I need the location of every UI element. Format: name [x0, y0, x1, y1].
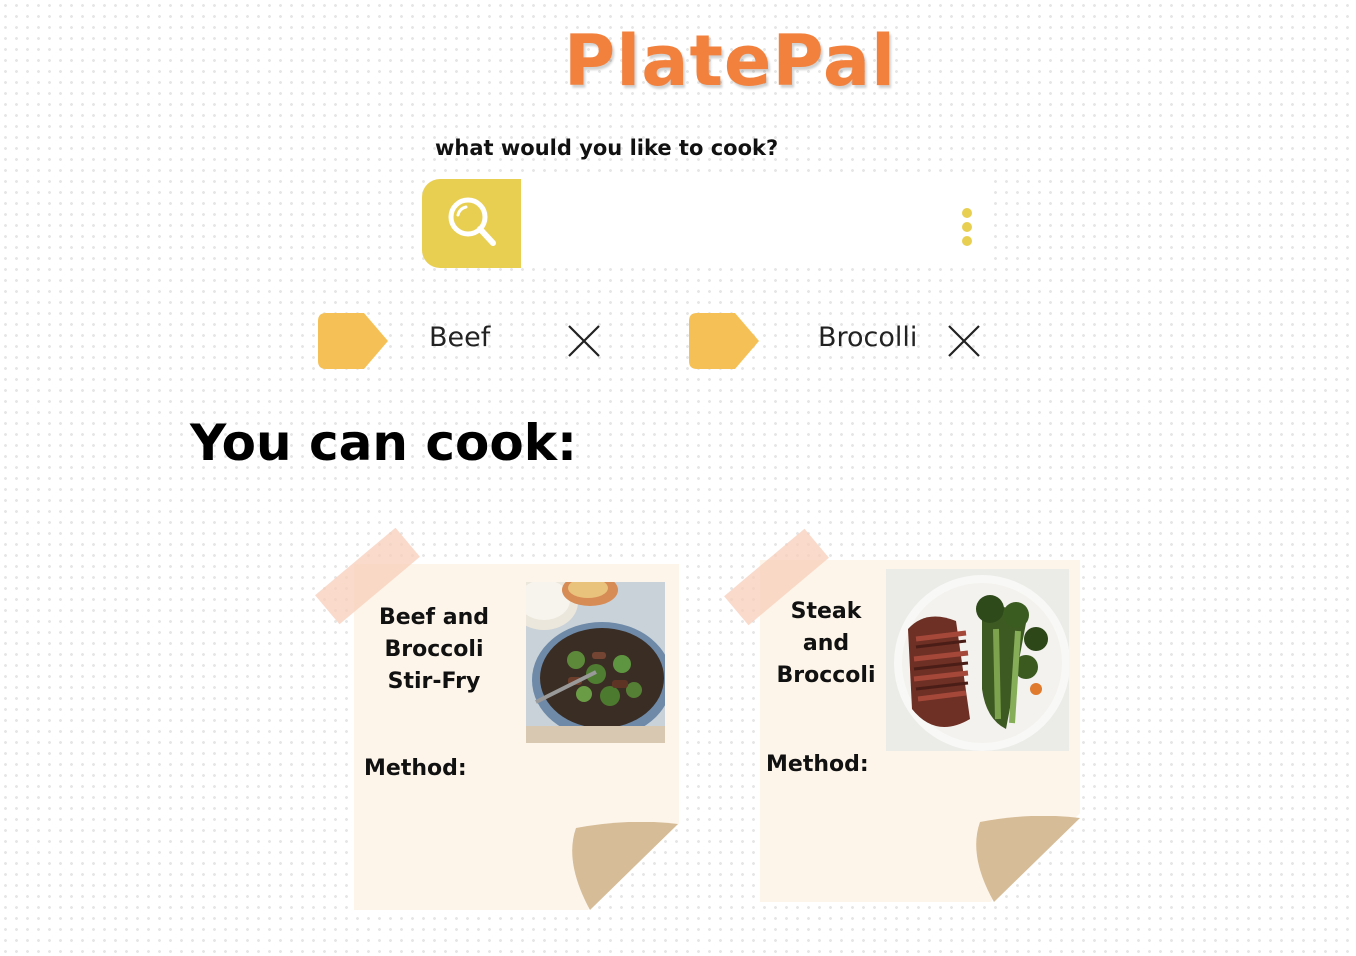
tag-icon — [318, 313, 388, 369]
beef-broccoli-stir-fry-photo — [526, 582, 665, 743]
search-icon — [448, 197, 496, 246]
steak-broccoli-photo — [886, 569, 1069, 751]
close-icon[interactable] — [947, 324, 981, 358]
search-button[interactable] — [422, 179, 521, 268]
search-prompt: what would you like to cook? — [435, 136, 779, 160]
more-vertical-icon — [962, 208, 972, 218]
ingredient-label: Beef — [429, 322, 491, 353]
close-icon[interactable] — [567, 324, 601, 358]
page-curl-icon — [572, 822, 678, 910]
results-heading: You can cook: — [190, 414, 577, 472]
more-options-button[interactable] — [957, 206, 977, 246]
recipe-title: Beef and Broccoli Stir-Fry — [378, 605, 490, 694]
method-label: Method: — [364, 756, 467, 781]
ingredient-label: Brocolli — [818, 322, 918, 353]
search-bar — [422, 179, 987, 268]
ingredient-chip-brocolli: Brocolli — [689, 312, 989, 370]
more-vertical-icon-dot — [962, 236, 972, 246]
recipe-card[interactable]: Steak and Broccoli Method: — [724, 526, 1096, 916]
tag-icon — [689, 313, 759, 369]
search-input[interactable] — [534, 199, 938, 249]
recipe-card[interactable]: Beef and Broccoli Stir-Fry Method: — [315, 527, 690, 920]
recipe-title: Steak and Broccoli — [776, 599, 876, 688]
method-label: Method: — [766, 752, 869, 777]
more-vertical-icon-dot — [962, 222, 972, 232]
app-logo: PlatePal — [563, 20, 897, 102]
ingredient-chip-beef: Beef — [318, 312, 608, 370]
page-curl-icon — [976, 816, 1080, 902]
